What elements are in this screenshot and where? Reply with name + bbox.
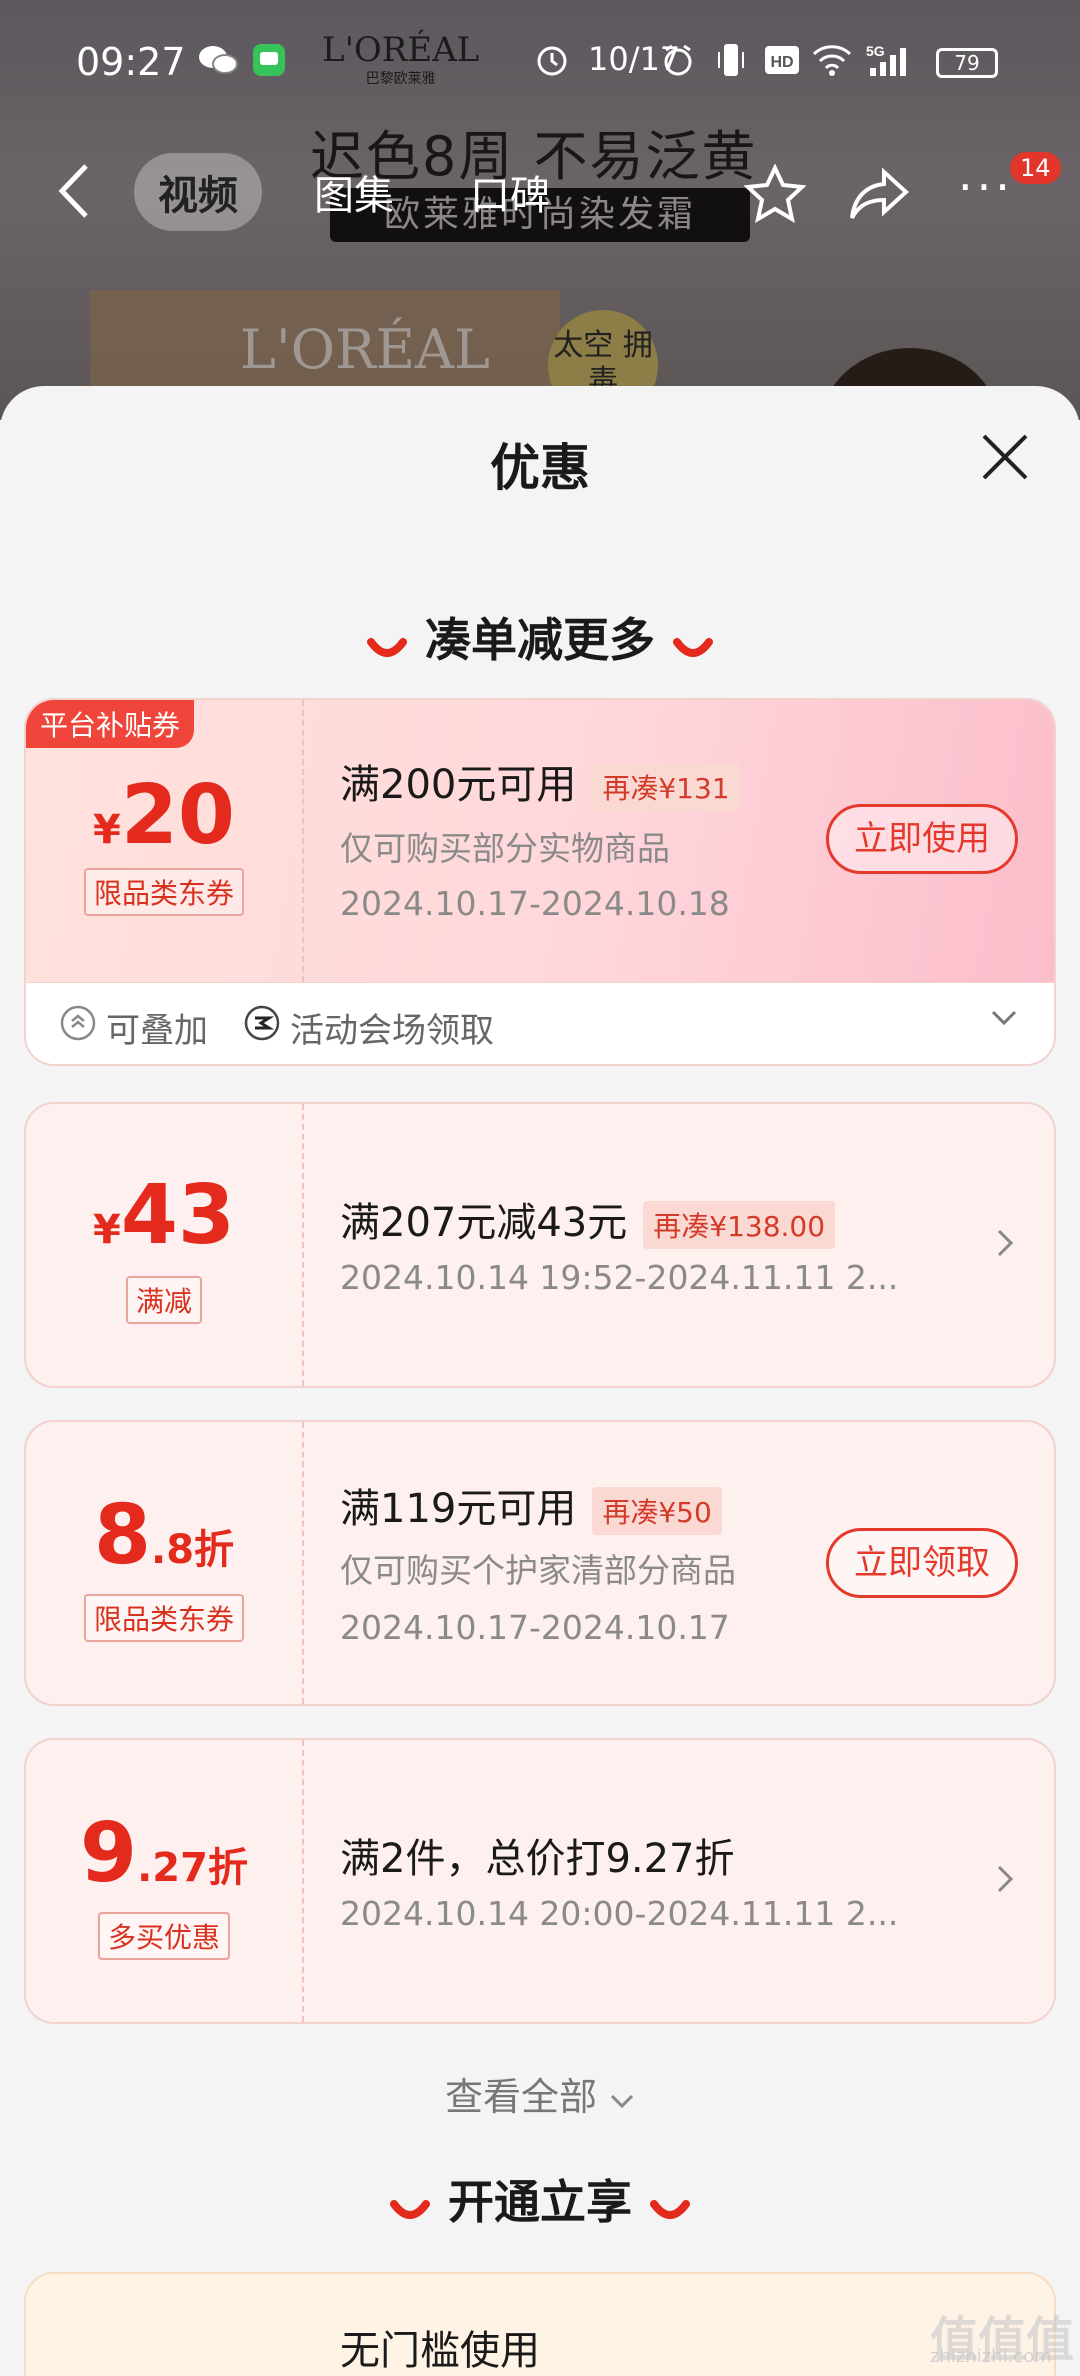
membership-coupon-card[interactable]: 100 无门槛使用 — [24, 2272, 1056, 2376]
coupon-type-tag: 满减 — [125, 1276, 203, 1324]
platform-subsidy-tag: 平台补贴券 — [26, 700, 195, 748]
coupon-validity-date: 2024.10.17-2024.10.18 — [340, 884, 730, 923]
alarm-icon — [534, 44, 570, 76]
coupon-extra-needed: 再凑¥50 — [592, 1487, 722, 1535]
tab-gallery[interactable]: 图集 — [290, 153, 418, 231]
smile-deco-icon — [673, 617, 713, 671]
chevron-right-icon[interactable] — [996, 1864, 1014, 1898]
venue-claim-label: 活动会场领取 — [244, 1003, 494, 1052]
chevron-right-icon[interactable] — [996, 1228, 1014, 1262]
coupon-condition: 满207元减43元 再凑¥138.00 — [340, 1190, 836, 1249]
coupon-card[interactable]: ¥43 满减 满207元减43元 再凑¥138.00 2024.10.14 19:… — [24, 1102, 1056, 1388]
coupon-card[interactable]: 9.27折 多买优惠 满2件，总价打9.27折 2024.10.14 20:00… — [24, 1738, 1056, 2024]
coupon-validity-date: 2024.10.17-2024.10.17 — [340, 1608, 730, 1647]
back-icon[interactable] — [54, 162, 94, 224]
coupon-type-tag: 限品类东券 — [83, 868, 245, 916]
tab-video[interactable]: 视频 — [134, 153, 262, 231]
stackable-label: 可叠加 — [60, 1003, 208, 1052]
view-all-link[interactable]: 查看全部 — [0, 2066, 1080, 2121]
alarm-clock-icon — [660, 44, 696, 76]
coupon-validity-date: 2024.10.14 19:52-2024.11.11 2... — [340, 1258, 899, 1297]
signal-5g-icon: 5G — [866, 43, 918, 76]
coupon-description: 仅可购买个护家清部分商品 — [340, 1551, 736, 1590]
coupon-condition: 满200元可用 再凑¥131 — [340, 752, 740, 811]
smile-deco-icon — [367, 617, 407, 671]
coupon-amount: 9.27折 — [80, 1806, 248, 1901]
coupon-divider — [302, 700, 304, 982]
stack-icon — [60, 1005, 96, 1050]
claim-now-button[interactable]: 立即领取 — [826, 1528, 1018, 1598]
notification-badge: 14 — [1010, 152, 1061, 184]
discount-sheet: 优惠 凑单减更多 平台补贴券 ¥20 限品类东券 满200元可用 再凑¥131 仅… — [0, 386, 1080, 2376]
coupon-validity-date: 2024.10.14 20:00-2024.11.11 2... — [340, 1894, 899, 1933]
tab-reviews[interactable]: 口碑 — [446, 153, 574, 231]
close-icon[interactable] — [980, 432, 1030, 486]
coupon-divider — [302, 1422, 304, 1704]
coupon-divider — [302, 1104, 304, 1386]
site-watermark-url: zhizhizhi.com — [930, 2346, 1052, 2367]
hd-icon: HD — [764, 44, 800, 76]
coupon-card[interactable]: 8.8折 限品类东券 满119元可用 再凑¥50 仅可购买个护家清部分商品 202… — [24, 1420, 1056, 1706]
coupon-footer: 可叠加 活动会场领取 — [26, 982, 1054, 1064]
coupon-extra-needed: 再凑¥138.00 — [643, 1201, 836, 1249]
share-icon[interactable] — [848, 166, 910, 226]
sheet-title: 优惠 — [490, 439, 590, 497]
favorite-star-icon[interactable] — [743, 163, 807, 228]
smile-deco-icon — [390, 2179, 430, 2233]
coupon-amount: 100 — [118, 2370, 285, 2376]
chevron-down-icon[interactable] — [990, 1009, 1018, 1031]
svg-text:HD: HD — [770, 54, 793, 71]
section-heading-combine: 凑单减更多 — [0, 604, 1080, 671]
status-time: 09:27 — [76, 40, 186, 84]
coupon-description: 仅可购买部分实物商品 — [340, 829, 670, 868]
coupon-card[interactable]: 平台补贴券 ¥20 限品类东券 满200元可用 再凑¥131 仅可购买部分实物商品… — [24, 698, 1056, 1066]
coupon-amount: 8.8折 — [93, 1488, 235, 1583]
smile-deco-icon — [650, 2179, 690, 2233]
coupon-condition: 满119元可用 再凑¥50 — [340, 1476, 722, 1535]
media-tabs: 视频 图集 口碑 — [134, 152, 574, 232]
coupon-condition: 无门槛使用 — [340, 2328, 540, 2374]
coupon-amount: ¥20 — [93, 768, 235, 863]
status-bar: 09:27 10/17 HD 5G 79 — [0, 0, 1080, 110]
coupon-type-tag: 多买优惠 — [97, 1912, 231, 1960]
coupon-amount: ¥43 — [93, 1168, 235, 1263]
ticket-icon — [244, 1005, 280, 1050]
wechat-icon — [198, 44, 238, 76]
section-heading-membership: 开通立享 — [0, 2166, 1080, 2233]
svg-text:5G: 5G — [866, 43, 885, 59]
battery-indicator: 79 — [936, 48, 998, 78]
coupon-extra-needed: 再凑¥131 — [592, 763, 740, 811]
coupon-divider — [302, 1740, 304, 2022]
wifi-icon — [812, 44, 852, 76]
chevron-down-icon — [609, 2075, 635, 2119]
message-icon — [252, 44, 286, 76]
vibrate-icon — [716, 44, 746, 76]
more-menu-icon[interactable]: ··· — [958, 160, 1014, 214]
use-now-button[interactable]: 立即使用 — [826, 804, 1018, 874]
coupon-type-tag: 限品类东券 — [83, 1594, 245, 1642]
coupon-condition: 满2件，总价打9.27折 — [340, 1836, 735, 1882]
